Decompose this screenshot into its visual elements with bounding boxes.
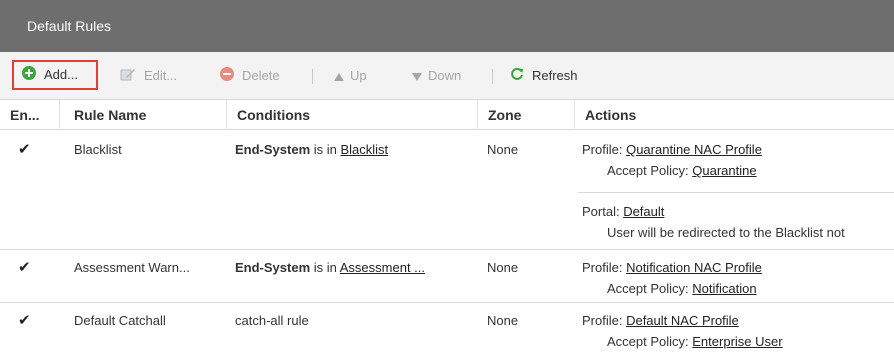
action-accept-policy: Accept Policy: Enterprise User xyxy=(582,334,783,349)
rule-zone: None xyxy=(487,313,519,328)
action-profile: Profile: Default NAC Profile xyxy=(582,313,739,328)
policy-link[interactable]: Enterprise User xyxy=(692,334,782,349)
profile-link[interactable]: Default NAC Profile xyxy=(626,313,739,328)
refresh-icon xyxy=(510,63,524,91)
column-header-enabled[interactable]: En... xyxy=(0,100,60,130)
profile-link[interactable]: Quarantine NAC Profile xyxy=(626,142,762,157)
condition-operator: is in xyxy=(310,142,341,157)
table-row[interactable]: ✔ Assessment Warn... End-System is in As… xyxy=(0,250,894,303)
action-profile: Profile: Notification NAC Profile xyxy=(582,260,762,275)
toolbar-divider xyxy=(492,69,493,84)
toolbar: Add... Edit... Delete Up Down Refresh xyxy=(0,52,894,100)
action-redirect-note: User will be redirected to the Blacklist… xyxy=(607,225,845,240)
action-accept-policy: Accept Policy: Quarantine xyxy=(582,163,757,178)
table-row[interactable]: ✔ Default Catchall catch-all rule None P… xyxy=(0,303,894,356)
toolbar-divider xyxy=(312,69,313,84)
portal-link[interactable]: Default xyxy=(623,204,664,219)
enabled-check-icon: ✔ xyxy=(18,259,31,276)
condition-operator: is in xyxy=(310,260,340,275)
action-policy-label: Accept Policy: xyxy=(607,334,693,349)
add-label: Add... xyxy=(44,67,78,82)
arrow-up-icon xyxy=(334,63,344,91)
enabled-check-icon: ✔ xyxy=(18,312,31,329)
action-policy-label: Accept Policy: xyxy=(607,281,693,296)
action-profile-label: Profile: xyxy=(582,142,627,157)
column-header-actions[interactable]: Actions xyxy=(575,100,894,130)
table-row[interactable]: ✔ Blacklist End-System is in Blacklist N… xyxy=(0,130,894,250)
condition-link[interactable]: Assessment ... xyxy=(340,260,425,275)
move-up-label: Up xyxy=(350,68,367,83)
edit-icon xyxy=(120,63,136,91)
column-header-zone[interactable]: Zone xyxy=(478,100,575,130)
add-button[interactable]: Add... xyxy=(12,60,98,90)
rule-zone: None xyxy=(487,260,519,275)
column-header-conditions[interactable]: Conditions xyxy=(227,100,478,130)
rule-condition: End-System is in Assessment ... xyxy=(235,260,425,275)
edit-button[interactable]: Edit... xyxy=(120,62,177,90)
policy-link[interactable]: Notification xyxy=(692,281,756,296)
move-down-label: Down xyxy=(428,68,462,83)
refresh-label: Refresh xyxy=(532,68,578,83)
rule-zone: None xyxy=(487,142,519,157)
grid-header: En... Rule Name Conditions Zone Actions xyxy=(0,100,894,130)
action-profile-label: Profile: xyxy=(582,260,627,275)
panel-title: Default Rules xyxy=(0,0,894,52)
delete-label: Delete xyxy=(242,68,280,83)
policy-link[interactable]: Quarantine xyxy=(692,163,756,178)
action-policy-label: Accept Policy: xyxy=(607,163,693,178)
arrow-down-icon xyxy=(412,63,422,91)
condition-link[interactable]: Blacklist xyxy=(340,142,388,157)
column-header-rule-name[interactable]: Rule Name xyxy=(60,100,227,130)
enabled-check-icon: ✔ xyxy=(18,141,31,158)
rule-condition: catch-all rule xyxy=(235,313,309,328)
edit-label: Edit... xyxy=(144,68,178,83)
move-up-button[interactable]: Up xyxy=(334,62,367,90)
profile-link[interactable]: Notification NAC Profile xyxy=(626,260,762,275)
action-accept-policy: Accept Policy: Notification xyxy=(582,281,757,296)
rule-condition: End-System is in Blacklist xyxy=(235,142,388,157)
condition-subject: End-System xyxy=(235,142,311,157)
minus-circle-icon xyxy=(220,63,234,91)
rule-name: Default Catchall xyxy=(74,313,166,328)
action-portal-label: Portal: xyxy=(582,204,624,219)
condition-subject: End-System xyxy=(235,260,311,275)
rule-name: Blacklist xyxy=(74,142,122,157)
delete-button[interactable]: Delete xyxy=(220,62,280,90)
action-profile: Profile: Quarantine NAC Profile xyxy=(582,142,762,157)
refresh-button[interactable]: Refresh xyxy=(510,62,578,90)
rule-name: Assessment Warn... xyxy=(74,260,190,275)
action-divider xyxy=(578,192,894,193)
action-profile-label: Profile: xyxy=(582,313,627,328)
move-down-button[interactable]: Down xyxy=(412,62,461,90)
plus-circle-icon xyxy=(22,63,36,89)
action-portal: Portal: Default xyxy=(582,204,664,219)
